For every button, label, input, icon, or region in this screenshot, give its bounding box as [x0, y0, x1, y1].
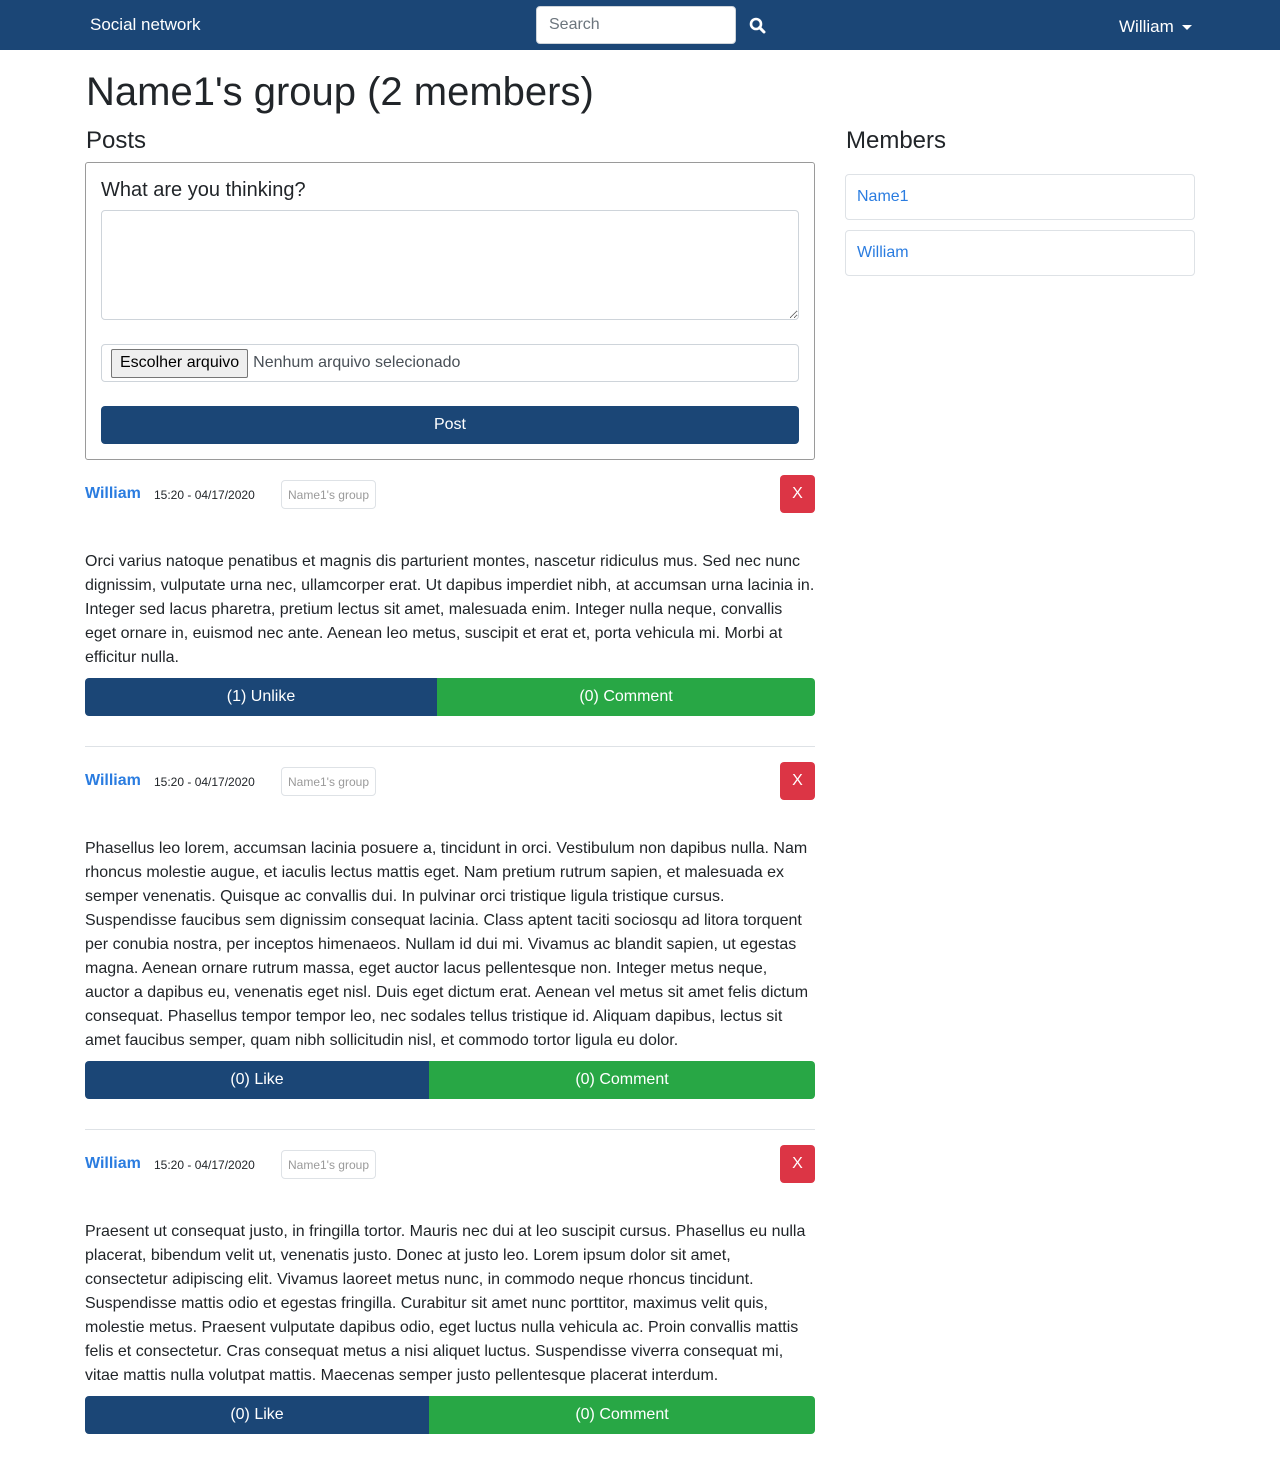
post-timestamp: 15:20 - 04/17/2020 [154, 775, 255, 789]
file-input[interactable]: Escolher arquivo Nenhum arquivo selecion… [101, 344, 799, 382]
post-actions: (0) Like (0) Comment [85, 1061, 815, 1099]
member-item-name1[interactable]: Name1 [845, 174, 1195, 220]
delete-post-button[interactable]: X [780, 1145, 815, 1183]
search-input[interactable] [536, 6, 736, 44]
posts-section-title: Posts [86, 127, 147, 154]
post-item: William 15:20 - 04/17/2020 Name1's group… [85, 762, 815, 1099]
post-group-badge: Name1's group [281, 1150, 376, 1179]
post-composer: What are you thinking? Escolher arquivo … [85, 162, 815, 460]
post-author-link[interactable]: William [85, 772, 141, 790]
delete-post-button[interactable]: X [780, 762, 815, 800]
post-text-input[interactable] [101, 210, 799, 320]
post-body: Phasellus leo lorem, accumsan lacinia po… [85, 840, 809, 1049]
delete-post-button[interactable]: X [780, 475, 815, 513]
post-item: William 15:20 - 04/17/2020 Name1's group… [85, 475, 815, 716]
composer-label: What are you thinking? [101, 179, 306, 201]
post-divider [85, 1129, 815, 1130]
comment-button[interactable]: (0) Comment [429, 1061, 815, 1099]
post-author-link[interactable]: William [85, 1155, 141, 1173]
like-button[interactable]: (0) Like [85, 1061, 429, 1099]
post-author-link[interactable]: William [85, 485, 141, 503]
post-group-badge: Name1's group [281, 767, 376, 796]
submit-post-button[interactable]: Post [101, 406, 799, 444]
post-timestamp: 15:20 - 04/17/2020 [154, 1158, 255, 1172]
post-group-badge: Name1's group [281, 480, 376, 509]
user-menu-dropdown[interactable]: William [1119, 17, 1192, 37]
search-icon [749, 17, 765, 33]
post-timestamp: 15:20 - 04/17/2020 [154, 488, 255, 502]
post-divider [85, 746, 815, 747]
page-title: Name1's group (2 members) [86, 70, 594, 114]
post-body: Praesent ut consequat justo, in fringill… [85, 1223, 806, 1384]
navbar: Social network William [0, 0, 1280, 50]
brand-link[interactable]: Social network [90, 15, 201, 35]
choose-file-button[interactable]: Escolher arquivo [111, 348, 249, 378]
member-item-william[interactable]: William [845, 230, 1195, 276]
comment-button[interactable]: (0) Comment [437, 678, 815, 716]
members-section-title: Members [846, 127, 947, 154]
comment-button[interactable]: (0) Comment [429, 1396, 815, 1434]
post-actions: (0) Like (0) Comment [85, 1396, 815, 1434]
file-status-text: Nenhum arquivo selecionado [253, 354, 461, 371]
like-button[interactable]: (0) Like [85, 1396, 429, 1434]
like-button[interactable]: (1) Unlike [85, 678, 437, 716]
caret-down-icon [1181, 24, 1192, 30]
post-item: William 15:20 - 04/17/2020 Name1's group… [85, 1145, 815, 1434]
search-button[interactable] [742, 10, 772, 40]
post-actions: (1) Unlike (0) Comment [85, 678, 815, 716]
user-menu-label: William [1119, 17, 1174, 36]
post-body: Orci varius natoque penatibus et magnis … [85, 553, 815, 666]
